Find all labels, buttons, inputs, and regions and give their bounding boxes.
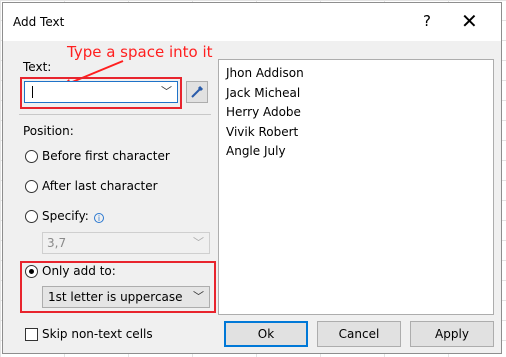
radio-only-add-to[interactable] [25,265,38,278]
chevron-down-icon: ﹀ [193,236,204,249]
chevron-down-icon[interactable]: ﹀ [193,288,204,304]
skip-non-text-label[interactable]: Skip non-text cells [42,327,153,341]
specify-value: 3,7 [47,236,67,250]
close-button[interactable]: ✕ [461,9,478,33]
ok-button[interactable]: Ok [224,321,308,347]
skip-non-text-checkbox[interactable] [25,328,38,341]
annotation-text: Type a space into it [67,43,213,61]
radio-after-last[interactable] [25,180,38,193]
radio-before-first[interactable] [25,150,38,163]
add-text-dialog: Add Text ? ✕ Type a space into it Text: … [2,2,502,354]
radio-only-add-to-label[interactable]: Only add to: [42,264,116,278]
list-item: Jack Micheal [226,85,301,100]
info-icon[interactable]: i [94,213,104,223]
position-label: Position: [23,124,74,138]
radio-specify-label[interactable]: Specify: [42,209,89,223]
text-combobox[interactable]: ﹀ [24,81,178,103]
specify-combobox: 3,7 ﹀ [42,232,210,254]
eyedropper-button[interactable] [186,81,208,103]
only-add-to-combobox[interactable]: 1st letter is uppercase ﹀ [42,286,210,308]
text-cursor [32,86,33,98]
radio-specify[interactable] [25,210,38,223]
cancel-button[interactable]: Cancel [317,321,401,347]
text-label: Text: [23,60,52,74]
list-item: Vivik Robert [226,124,299,139]
help-button[interactable]: ? [423,12,431,30]
list-item: Angle July [226,144,286,158]
eyedropper-icon [191,85,204,98]
chevron-down-icon[interactable]: ﹀ [161,83,172,99]
preview-list[interactable]: Jhon Addison Jack Micheal Herry Adobe Vi… [218,59,494,315]
list-item: Jhon Addison [226,66,304,80]
radio-before-first-label[interactable]: Before first character [42,149,170,163]
list-item: Herry Adobe [226,105,301,119]
apply-button[interactable]: Apply [410,321,494,347]
radio-after-last-label[interactable]: After last character [42,179,158,193]
separator [19,114,211,115]
only-add-to-value: 1st letter is uppercase [48,290,183,304]
